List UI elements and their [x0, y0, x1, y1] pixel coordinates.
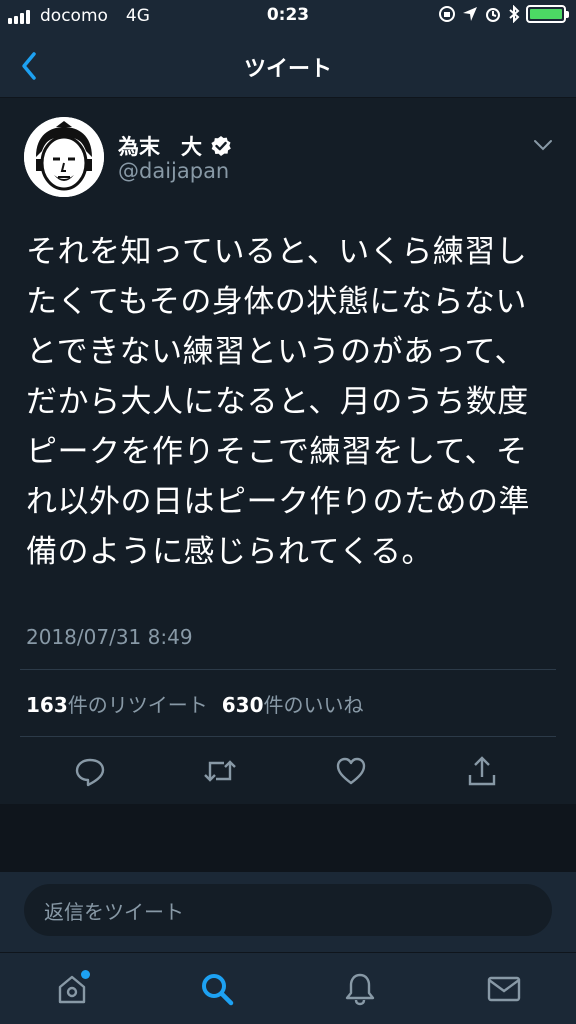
verified-badge-icon [211, 136, 231, 156]
status-right [438, 5, 569, 23]
share-icon [468, 756, 496, 786]
status-bar: docomo 4G 0:23 [0, 0, 576, 34]
reply-icon [75, 758, 105, 787]
mail-icon [487, 976, 521, 1002]
tweet-detail: 為末 大 @daijapan それを知っていると、いくら練習したくてもその身体の… [0, 99, 576, 804]
reply-bar: 返信をツイート [0, 872, 576, 952]
avatar[interactable] [24, 117, 104, 197]
likes-count: 630 [221, 693, 264, 717]
bell-icon [345, 973, 375, 1006]
battery-icon [526, 5, 569, 23]
heart-icon [336, 757, 366, 785]
tab-home[interactable] [50, 967, 94, 1011]
retweets-count: 163 [26, 693, 68, 717]
retweet-icon [204, 760, 236, 782]
tweet-text: それを知っていると、いくら練習したくてもその身体の状態にならないとできない練習と… [26, 234, 530, 570]
tab-bar [0, 952, 576, 1024]
page-title: ツイート [243, 57, 332, 82]
like-button[interactable] [329, 749, 373, 793]
tweet-actions [0, 749, 576, 793]
reply-input[interactable]: 返信をツイート [24, 884, 552, 936]
tab-search[interactable] [195, 967, 239, 1011]
empty-area [0, 804, 576, 872]
divider-bottom [20, 736, 556, 737]
location-icon [463, 7, 477, 21]
author-name[interactable]: 為末 大 [118, 131, 202, 161]
tab-messages[interactable] [482, 967, 526, 1011]
retweets-label: 件のリツイート [67, 693, 208, 717]
orientation-lock-icon [439, 6, 455, 22]
tweet-stats: 163件のリツイート 630件のいいね [26, 689, 364, 718]
tab-notifications[interactable] [338, 967, 382, 1011]
likes-stat[interactable]: 630件のいいね [222, 689, 364, 718]
bluetooth-icon [509, 5, 520, 23]
likes-label: 件のいいね [263, 693, 364, 717]
author-name-row: 為末 大 [118, 131, 232, 161]
nav-bar: ツイート [0, 34, 576, 98]
tweet-timestamp: 2018/07/31 8:49 [26, 625, 193, 649]
alarm-icon [486, 8, 500, 22]
search-icon [202, 974, 234, 1006]
chevron-down-icon [534, 140, 552, 151]
share-button[interactable] [460, 749, 504, 793]
retweets-stat[interactable]: 163件のリツイート [26, 689, 208, 718]
avatar-illustration [24, 117, 104, 197]
notification-dot [81, 970, 90, 979]
divider-top [20, 669, 556, 670]
retweet-button[interactable] [198, 749, 242, 793]
author-handle[interactable]: @daijapan [118, 159, 229, 183]
reply-button[interactable] [68, 749, 112, 793]
tweet-menu-button[interactable] [532, 137, 554, 151]
